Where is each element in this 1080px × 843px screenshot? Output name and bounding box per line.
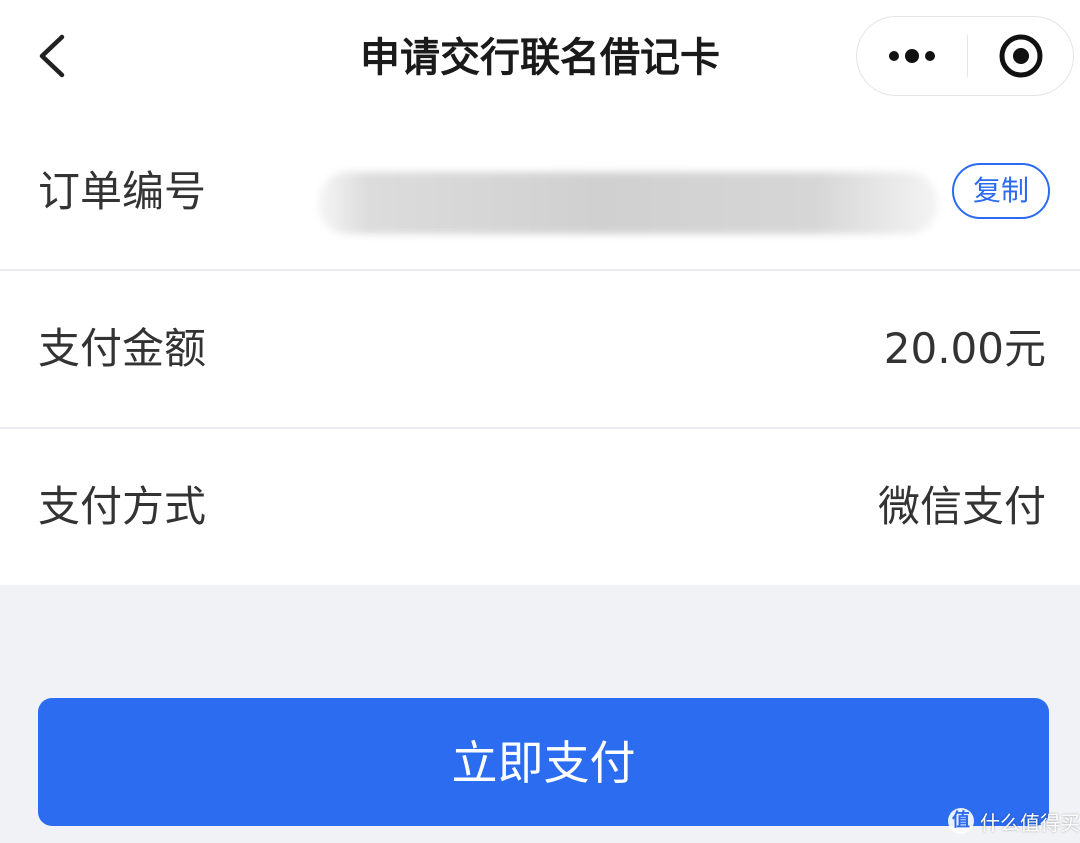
order-number-row: 订单编号 <box>0 114 1080 270</box>
more-dots-icon <box>886 49 938 63</box>
close-miniprogram-button[interactable] <box>968 17 1074 95</box>
watermark: 值 什么值得买 <box>948 806 1080 836</box>
payment-method-row: 支付方式 微信支付 <box>0 429 1080 585</box>
payment-amount-label: 支付金额 <box>38 324 207 373</box>
target-close-icon <box>999 34 1043 78</box>
nav-bar: 申请交行联名借记卡 <box>0 0 1080 114</box>
more-button[interactable] <box>857 17 967 95</box>
chevron-left-icon <box>39 34 65 78</box>
bottom-background <box>0 826 1080 843</box>
watermark-logo-icon: 值 <box>948 808 974 834</box>
order-number-value-redacted <box>318 172 938 234</box>
payment-method-value: 微信支付 <box>877 482 1046 531</box>
page-title: 申请交行联名借记卡 <box>360 35 720 81</box>
mini-program-capsule <box>856 16 1074 96</box>
watermark-text: 什么值得买 <box>980 810 1080 835</box>
copy-button[interactable]: 复制 <box>952 163 1050 219</box>
payment-amount-value: 20.00元 <box>883 324 1046 373</box>
order-number-label: 订单编号 <box>38 167 207 216</box>
pay-now-button[interactable]: 立即支付 <box>38 698 1049 826</box>
payment-method-label: 支付方式 <box>38 482 207 531</box>
payment-amount-row: 支付金额 20.00元 <box>0 271 1080 427</box>
back-button[interactable] <box>22 26 82 86</box>
